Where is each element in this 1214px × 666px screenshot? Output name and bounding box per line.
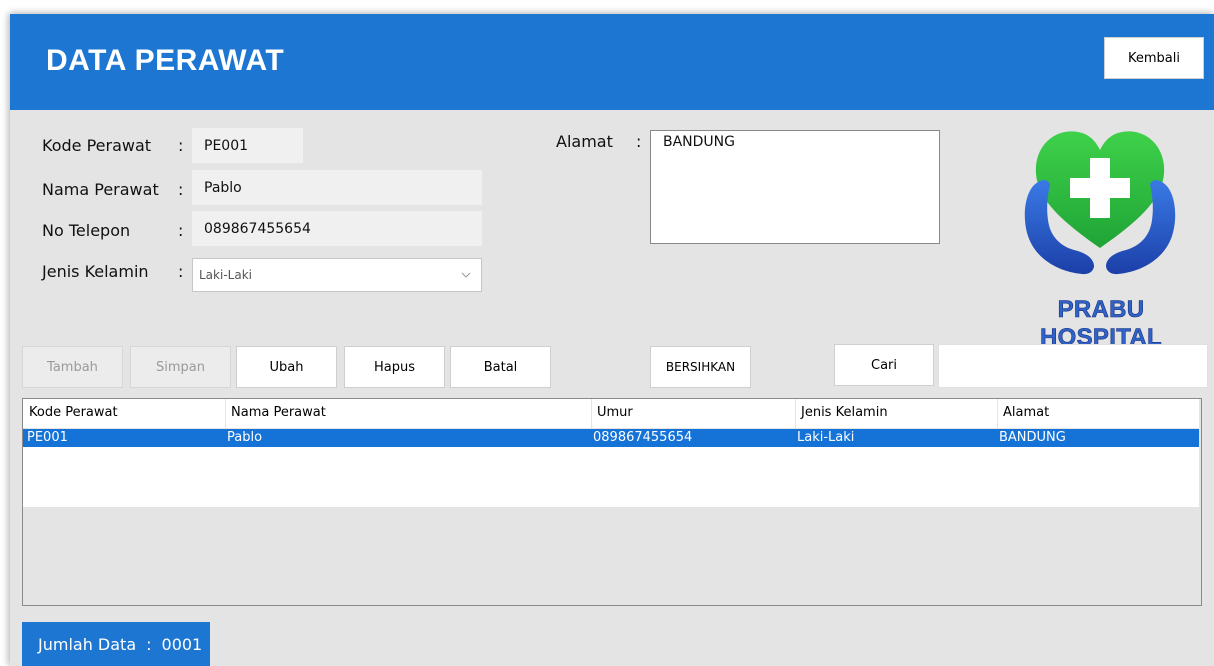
column-divider [225,399,226,428]
data-table[interactable]: Kode Perawat Nama Perawat Umur Jenis Kel… [22,398,1202,606]
ubah-button[interactable]: Ubah [236,346,337,388]
chevron-down-icon [461,272,471,278]
kode-perawat-label: Kode Perawat [42,136,152,155]
cari-button[interactable]: Cari [834,344,934,386]
jenis-kelamin-selected: Laki-Laki [199,268,252,282]
header-bar: DATA PERAWAT Kembali [10,14,1214,110]
table-empty-area [23,447,1199,507]
table-cell-jenis-kelamin: Laki-Laki [797,430,855,445]
no-telepon-colon: : [178,221,184,240]
data-count-label: Jumlah Data [38,634,137,654]
data-count-badge: Jumlah Data : 0001 [22,622,210,666]
nama-perawat-colon: : [178,180,184,199]
no-telepon-label: No Telepon [42,221,131,240]
jenis-kelamin-colon: : [178,262,184,281]
table-cell-alamat: BANDUNG [999,430,1066,445]
column-header-kode[interactable]: Kode Perawat [29,405,118,420]
table-cell-kode: PE001 [27,430,68,445]
alamat-colon: : [636,132,642,151]
page-title: DATA PERAWAT [46,44,285,77]
table-cell-nama: Pablo [227,430,263,445]
column-divider [591,399,592,428]
app-window: DATA PERAWAT Kembali Kode Perawat : PE00… [10,14,1214,666]
kode-perawat-colon: : [178,136,184,155]
hapus-button[interactable]: Hapus [344,346,445,388]
jenis-kelamin-label: Jenis Kelamin [42,262,149,281]
bersihkan-button[interactable]: BERSIHKAN [650,346,751,388]
table-header: Kode Perawat Nama Perawat Umur Jenis Kel… [23,399,1199,428]
alamat-label: Alamat [556,132,613,151]
column-divider [795,399,796,428]
alamat-textarea[interactable]: BANDUNG [650,130,940,244]
data-count-value: 0001 [161,634,203,654]
table-row[interactable]: PE001 Pablo 089867455654 Laki-Laki BANDU… [23,429,1199,447]
simpan-button[interactable]: Simpan [130,346,231,388]
tambah-button[interactable]: Tambah [22,346,123,388]
nama-perawat-label: Nama Perawat [42,180,159,199]
column-header-nama[interactable]: Nama Perawat [231,405,326,420]
jenis-kelamin-select[interactable]: Laki-Laki [192,258,482,292]
nama-perawat-field[interactable]: Pablo [192,170,482,205]
column-header-alamat[interactable]: Alamat [1003,405,1049,420]
batal-button[interactable]: Batal [450,346,551,388]
column-divider [997,399,998,428]
kode-perawat-field[interactable]: PE001 [192,128,303,163]
no-telepon-field[interactable]: 089867455654 [192,211,482,246]
back-button[interactable]: Kembali [1104,37,1204,79]
column-header-jenis-kelamin[interactable]: Jenis Kelamin [801,405,888,420]
search-input[interactable] [938,344,1208,388]
data-count-colon: : [146,634,152,654]
table-cell-umur: 089867455654 [593,430,693,445]
column-header-umur[interactable]: Umur [597,405,633,420]
